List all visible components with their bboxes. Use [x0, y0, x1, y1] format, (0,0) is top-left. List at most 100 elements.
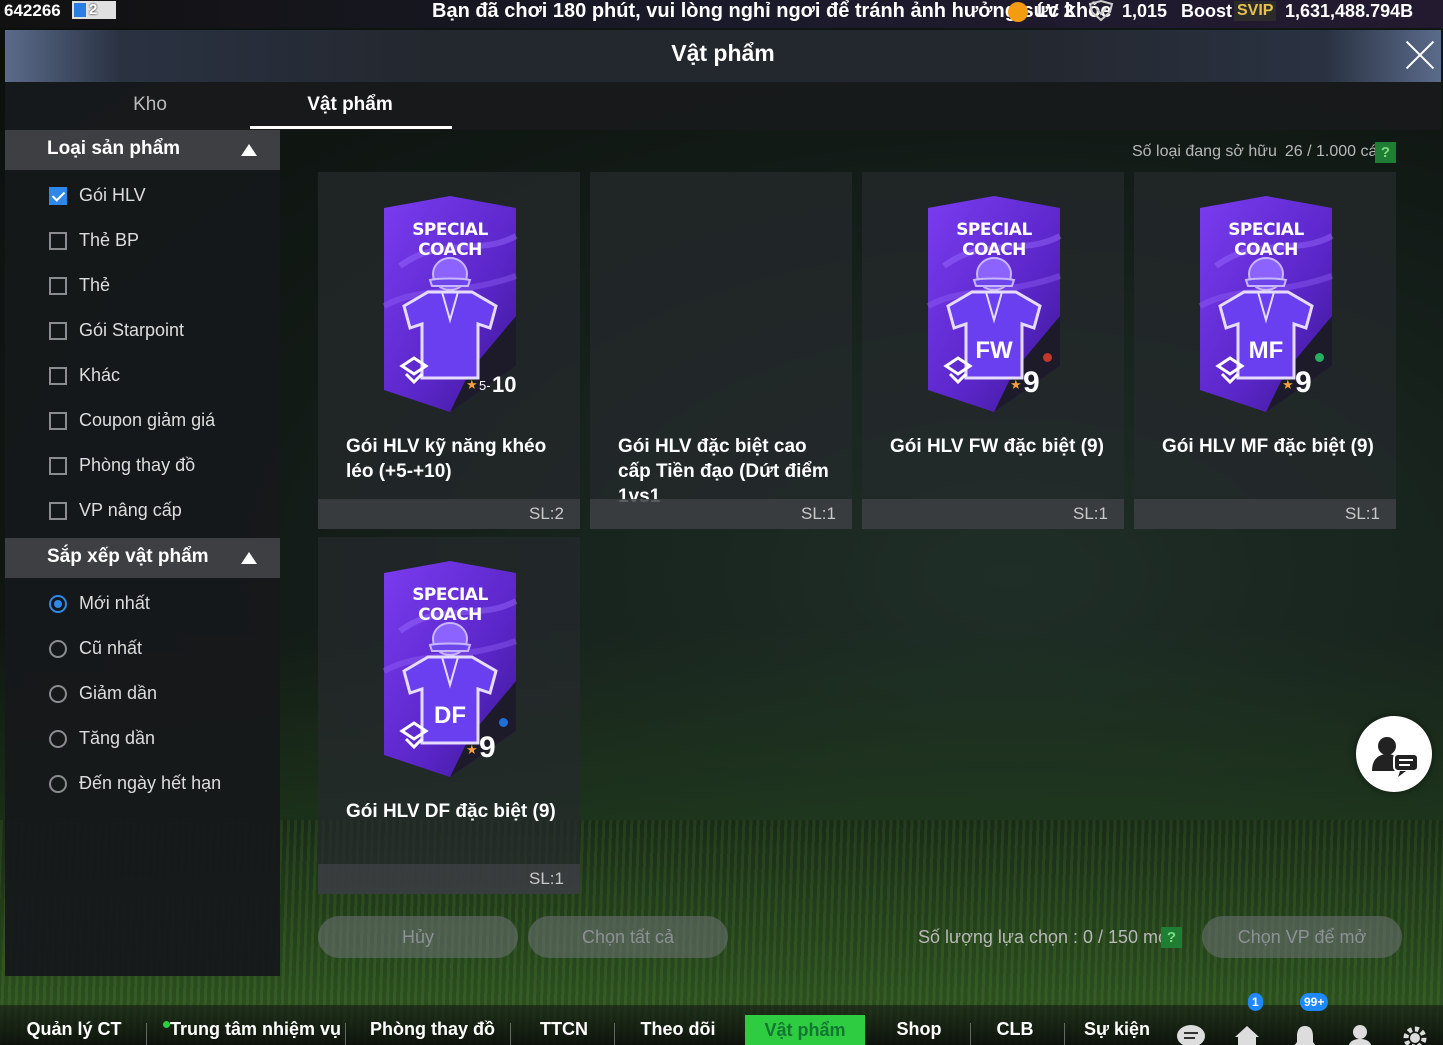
radio-icon[interactable]	[49, 595, 67, 613]
bell-icon[interactable]	[1290, 1023, 1320, 1045]
tab-bar: Kho Vật phẩm	[5, 82, 1441, 130]
sort-cu-nhat[interactable]: Cũ nhất	[47, 635, 277, 665]
item-card[interactable]: SPECIAL COACH DF ★ 9 Gói HLV DF đặc biệt (9)…	[318, 537, 580, 894]
message-icon[interactable]	[1175, 1023, 1205, 1045]
help-icon[interactable]: ?	[1375, 142, 1396, 163]
window-titlebar: Vật phẩm	[5, 30, 1441, 82]
coin-icon	[1088, 0, 1114, 22]
nav-divider	[146, 1023, 147, 1045]
checkbox-icon[interactable]	[49, 457, 67, 475]
tab-vat-pham[interactable]: Vật phẩm	[250, 94, 450, 116]
chat-support-icon[interactable]	[1356, 716, 1432, 792]
filter-the[interactable]: Thẻ	[47, 272, 277, 302]
close-icon[interactable]	[1403, 38, 1437, 72]
filter-section-title: Loại sản phẩm	[47, 138, 181, 159]
item-name: Gói HLV kỹ năng khéo léo (+5-+10)	[346, 436, 547, 482]
item-card[interactable]: SPECIAL COACH MF ★ 9 Gói HLV MF đặc biệt (9)…	[1134, 172, 1396, 529]
sort-label: Mới nhất	[79, 593, 150, 613]
item-card-footer: SL:1	[862, 499, 1124, 529]
card-art-title: SPECIAL COACH	[1228, 220, 1304, 260]
home-badge: 1	[1248, 993, 1263, 1011]
status-bar: 642266 2 Bạn đã chơi 180 phút, vui lòng …	[0, 0, 1443, 28]
radio-icon[interactable]	[49, 775, 67, 793]
nav-su-kien[interactable]: Sự kiện	[1082, 1019, 1152, 1045]
svip-badge[interactable]: SVIP	[1234, 1, 1277, 21]
filter-label: Thẻ BP	[79, 230, 140, 250]
filter-coupon[interactable]: Coupon giảm giá	[47, 407, 277, 437]
checkbox-icon[interactable]	[49, 502, 67, 520]
sort-giam-dan[interactable]: Giảm dần	[47, 680, 277, 710]
nav-clb[interactable]: CLB	[990, 1019, 1040, 1045]
star-icon: ★	[466, 377, 478, 392]
boost-label[interactable]: Boost	[1181, 0, 1232, 24]
sort-het-han[interactable]: Đến ngày hết hạn	[47, 770, 277, 800]
filter-goi-starpoint[interactable]: Gói Starpoint	[47, 317, 277, 347]
nav-divider	[510, 1023, 511, 1045]
checkbox-icon[interactable]	[49, 322, 67, 340]
profile-icon[interactable]	[1345, 1023, 1375, 1045]
selection-count: Số lượng lựa chọn : 0 / 150 món	[918, 927, 1179, 947]
help-icon[interactable]: ?	[1161, 927, 1182, 948]
radio-icon[interactable]	[49, 640, 67, 658]
home-icon[interactable]	[1232, 1023, 1262, 1045]
item-card-footer: SL:1	[590, 499, 852, 529]
item-card[interactable]: SPECIAL COACH ★ 5- 10 Gói HLV kỹ năng khéo l…	[318, 172, 580, 529]
nav-dot-indicator	[163, 1021, 170, 1028]
sort-tang-dan[interactable]: Tăng dần	[47, 725, 277, 755]
nav-phong-thay-do[interactable]: Phòng thay đồ	[370, 1019, 495, 1045]
card-position: DF	[434, 702, 466, 729]
checkbox-icon[interactable]	[49, 277, 67, 295]
sort-label: Đến ngày hết hạn	[79, 773, 222, 793]
filter-label: Gói Starpoint	[79, 320, 185, 340]
radio-icon[interactable]	[49, 685, 67, 703]
position-dot-icon	[1043, 353, 1052, 362]
filter-phong-thay-do[interactable]: Phòng thay đồ	[47, 452, 277, 482]
sort-section-title: Sắp xếp vật phẩm	[47, 546, 209, 567]
filter-goi-hlv[interactable]: Gói HLV	[47, 182, 277, 212]
filter-label: VP nâng cấp	[79, 500, 182, 520]
sort-section-header[interactable]: Sắp xếp vật phẩm	[5, 538, 280, 578]
owned-label: Số loại đang sở hữu	[1132, 143, 1277, 160]
nav-theo-doi[interactable]: Theo dõi	[638, 1019, 718, 1045]
checkbox-icon[interactable]	[49, 412, 67, 430]
card-art-title: SPECIAL COACH	[412, 220, 488, 260]
item-name: Gói HLV FW đặc biệt (9)	[890, 436, 1104, 457]
item-quantity: SL:1	[1073, 504, 1108, 523]
card-rating: 9	[1023, 366, 1040, 399]
nav-trung-tam-nhiem-vu[interactable]: Trung tâm nhiệm vụ	[170, 1019, 341, 1045]
card-rating: 10	[492, 372, 517, 397]
item-card[interactable]: SPECIAL COACH FW ★ 9 Gói HLV FW đặc biệt (9)…	[862, 172, 1124, 529]
filter-label: Khác	[79, 365, 121, 385]
bp-balance: 1,631,488.794B	[1285, 1, 1414, 21]
notification-badge: 99+	[1300, 993, 1329, 1011]
star-icon: ★	[1282, 377, 1294, 392]
owned-value: 26 / 1.000 cái	[1284, 143, 1381, 160]
filter-the-bp[interactable]: Thẻ BP	[47, 227, 277, 257]
radio-icon[interactable]	[49, 730, 67, 748]
card-art-title: SPECIAL COACH	[412, 585, 488, 625]
filter-khac[interactable]: Khác	[47, 362, 277, 392]
select-all-button[interactable]: Chọn tất cả	[528, 916, 728, 958]
nav-quan-ly-ct[interactable]: Quản lý CT	[26, 1019, 122, 1045]
item-quantity: SL:2	[529, 504, 564, 523]
checkbox-icon[interactable]	[49, 232, 67, 250]
collapse-arrow-icon	[241, 552, 257, 564]
position-dot-icon	[1315, 353, 1324, 362]
checkbox-icon[interactable]	[49, 187, 67, 205]
sort-label: Tăng dần	[79, 728, 156, 748]
player-id: 642266	[4, 1, 61, 20]
sort-moi-nhat[interactable]: Mới nhất	[47, 590, 277, 620]
tab-kho[interactable]: Kho	[50, 94, 250, 116]
filter-section-header[interactable]: Loại sản phẩm	[5, 130, 280, 170]
filter-label: Coupon giảm giá	[79, 410, 216, 430]
cancel-button[interactable]: Hủy	[318, 916, 518, 958]
item-card[interactable]: Gói HLV đặc biệt cao cấp Tiền đạo (Dứt đ…	[590, 172, 852, 529]
gear-icon[interactable]	[1400, 1023, 1430, 1045]
nav-vat-pham[interactable]: Vật phẩm	[745, 1015, 865, 1045]
nav-divider	[1064, 1023, 1065, 1045]
open-selected-button[interactable]: Chọn VP để mở	[1202, 916, 1402, 958]
nav-ttcn[interactable]: TTCN	[535, 1019, 593, 1045]
checkbox-icon[interactable]	[49, 367, 67, 385]
filter-vp-nang-cap[interactable]: VP nâng cấp	[47, 497, 277, 527]
nav-shop[interactable]: Shop	[890, 1019, 948, 1045]
